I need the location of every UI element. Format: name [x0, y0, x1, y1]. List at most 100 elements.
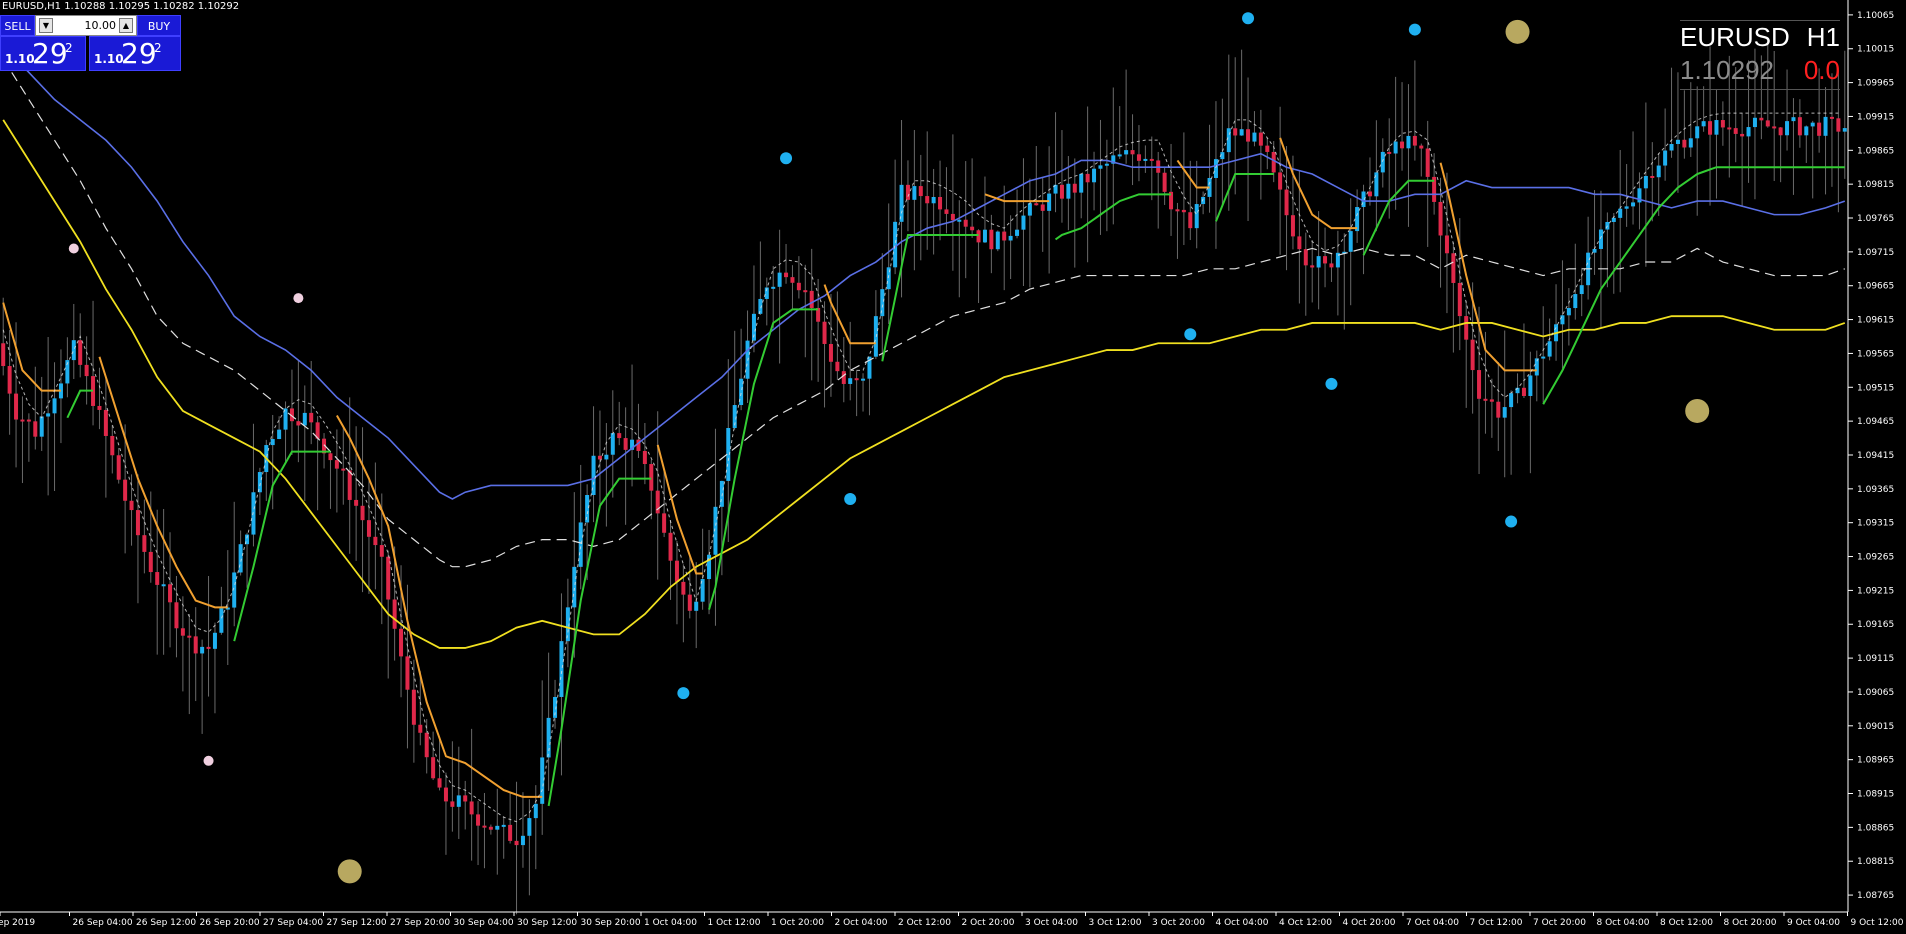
sell-price-button[interactable]: 1.10 29 2	[0, 36, 86, 71]
candle-bull	[238, 544, 243, 573]
sell-button[interactable]: SELL	[0, 15, 35, 36]
trailing-stop-down-line	[1176, 159, 1210, 189]
price-tick-label: 1.09565	[1857, 349, 1894, 359]
candle-bear	[1329, 263, 1334, 268]
candle-bear	[1477, 370, 1482, 399]
candle-bull	[1752, 117, 1757, 128]
candle-bear	[7, 366, 12, 394]
candle-bull	[71, 340, 76, 361]
candle-bull	[1104, 163, 1109, 166]
candle-bear	[1059, 184, 1064, 199]
candle-bull	[559, 641, 564, 697]
candle-bear	[1733, 128, 1738, 134]
major-signal-marker	[1685, 398, 1710, 423]
candle-bear	[296, 421, 301, 426]
candle-bull	[912, 186, 917, 200]
candle-bull	[1643, 175, 1648, 189]
trailing-stop-up-line	[1215, 173, 1274, 222]
candle-bear	[1034, 203, 1039, 206]
candle-bear	[674, 560, 679, 582]
sell-price-main: 29	[32, 37, 68, 70]
candle-bull	[1560, 315, 1565, 325]
candle-bull	[1573, 294, 1578, 309]
lot-decrease-icon[interactable]: ▼	[39, 18, 53, 33]
candle-bull	[161, 584, 166, 587]
candle-bull	[719, 480, 724, 507]
time-tick-label: 26 Sep 20:00	[200, 918, 260, 928]
candle-bear	[450, 801, 455, 807]
price-tick-label: 1.09065	[1857, 688, 1894, 698]
candle-bear	[354, 499, 359, 506]
candle-bull	[1631, 202, 1636, 207]
symbol-corner-info: EURUSD H1 1.10292 0.0	[1680, 20, 1840, 90]
price-tick-label: 1.09865	[1857, 146, 1894, 156]
price-tick-label: 1.08965	[1857, 756, 1894, 766]
candle-bull	[1611, 217, 1616, 222]
candle-bull	[39, 416, 44, 437]
candle-bear	[835, 361, 840, 372]
candle-bull	[1213, 159, 1218, 178]
fractal-marker	[1325, 377, 1338, 390]
major-signal-marker	[1505, 19, 1530, 44]
candle-bull	[1098, 165, 1103, 169]
candle-bull	[1791, 117, 1796, 122]
time-tick-label: 2 Oct 12:00	[898, 918, 951, 928]
candle-bear	[1181, 209, 1186, 213]
candle-bear	[110, 435, 115, 456]
candle-bull	[520, 835, 525, 846]
candle-bear	[828, 343, 833, 362]
buy-button[interactable]: BUY	[137, 15, 181, 36]
candle-bear	[1765, 120, 1770, 127]
price-tick-label: 1.09665	[1857, 282, 1894, 292]
candle-bull	[861, 378, 866, 381]
candle-bear	[1284, 189, 1289, 216]
candle-bear	[1727, 127, 1732, 130]
candle-bear	[360, 505, 365, 521]
candle-bear	[142, 535, 147, 552]
candle-bear	[1136, 154, 1141, 161]
lot-size-value[interactable]: 10.00	[56, 16, 117, 35]
candle-bull	[848, 378, 853, 384]
trailing-stop-down-line	[336, 414, 543, 798]
candle-bull	[1008, 235, 1013, 241]
candle-bear	[418, 724, 423, 733]
fractal-marker	[780, 152, 793, 165]
candle-bear	[399, 628, 404, 657]
price-tick-label: 1.09015	[1857, 722, 1894, 732]
candle-bear	[411, 689, 416, 725]
time-tick-label: 8 Oct 20:00	[1724, 918, 1777, 928]
fractal-marker	[677, 687, 690, 700]
candle-bear	[488, 826, 493, 830]
candle-bear	[148, 551, 153, 573]
time-tick-label: 26 Sep 12:00	[136, 918, 196, 928]
candle-bear	[1400, 141, 1405, 149]
candle-bull	[957, 219, 962, 222]
time-tick-label: 1 Oct 04:00	[644, 918, 697, 928]
time-tick-label: 27 Sep 20:00	[390, 918, 450, 928]
price-chart[interactable]: 1.10065 1.10015 1.09965 1.09915 1.09865 1.098…	[0, 0, 1906, 934]
candle-bear	[1387, 151, 1392, 154]
time-tick-label: 7 Oct 04:00	[1406, 918, 1459, 928]
candles	[1, 116, 1847, 846]
candle-bear	[193, 636, 198, 654]
candle-bear	[1483, 398, 1488, 401]
candle-bear	[642, 450, 647, 465]
candle-bear	[1778, 127, 1783, 136]
candle-bull	[200, 646, 205, 654]
price-tick-label: 1.09465	[1857, 417, 1894, 427]
candle-bull	[1239, 129, 1244, 136]
buy-price-button[interactable]: 1.10 29 2	[89, 36, 181, 71]
candle-bear	[854, 378, 859, 381]
candle-bull	[501, 824, 506, 827]
trailing-stop-down-line	[2, 302, 61, 392]
lot-increase-icon[interactable]: ▲	[119, 18, 133, 33]
candle-bear	[1149, 158, 1154, 161]
candle-bull	[1695, 126, 1700, 139]
candle-bear	[1708, 121, 1713, 135]
candle-bear	[1290, 215, 1295, 237]
candle-bull	[578, 522, 583, 567]
lot-size-field[interactable]: ▼ 10.00 ▲	[35, 15, 137, 36]
candle-bull	[1092, 168, 1097, 183]
candle-bear	[341, 468, 346, 471]
candle-bull	[277, 429, 282, 440]
